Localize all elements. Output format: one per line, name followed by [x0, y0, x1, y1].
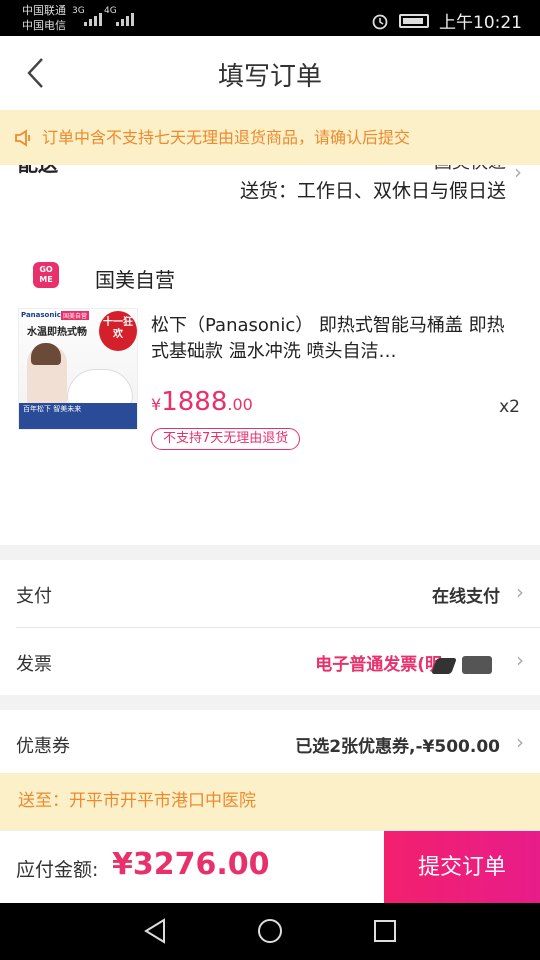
- battery-icon: [399, 13, 429, 28]
- status-right: 上午10:21: [371, 8, 522, 33]
- invoice-label: 发票: [16, 654, 52, 675]
- product-image-brand: Panasonic: [21, 311, 61, 319]
- product-image[interactable]: Panasonic 国美自营 水温即热式畅 十一狂欢 百年松下 智美未来: [18, 308, 138, 430]
- delivery-address-bar: 送至：开平市开平市港口中医院: [0, 773, 540, 830]
- invoice-value: 电子普通发票(明: [315, 655, 442, 675]
- store-name: 国美自营: [95, 268, 175, 292]
- toilet-seat-illustration: [67, 369, 133, 407]
- total-label: 应付金额:: [16, 859, 99, 881]
- redacted-mark: [431, 658, 457, 674]
- carrier-info: 中国联通 中国电信: [22, 3, 66, 33]
- invoice-row[interactable]: 发票 电子普通发票(明 ›: [0, 628, 540, 695]
- signal-icon-2: [116, 12, 134, 26]
- return-policy-notice: 订单中含不支持七天无理由退货商品，请确认后提交: [0, 110, 540, 165]
- system-nav-bar: [0, 903, 540, 960]
- product-image-badge: 十一狂欢: [99, 311, 137, 351]
- section-separator: [0, 545, 540, 560]
- delivery-time[interactable]: 送货：工作日、双休日与假日送: [240, 176, 506, 203]
- product-image-strip: 百年松下 智美未来: [19, 403, 137, 429]
- carrier-1: 中国联通: [22, 4, 66, 17]
- submit-order-button[interactable]: 提交订单: [384, 831, 540, 904]
- chevron-right-icon: ›: [514, 160, 522, 184]
- coupon-value: 已选2张优惠券,-¥500.00: [295, 737, 500, 757]
- no-return-badge: 不支持7天无理由退货: [151, 428, 301, 450]
- carrier-2: 中国电信: [22, 19, 66, 32]
- model-hair: [31, 343, 61, 365]
- payment-value: 在线支付: [432, 587, 500, 607]
- signal-icon: [84, 12, 102, 26]
- chevron-right-icon: ›: [516, 648, 524, 672]
- notice-text: 订单中含不支持七天无理由退货商品，请确认后提交: [42, 128, 411, 147]
- product-image-headline: 水温即热式畅: [27, 327, 87, 338]
- store-logo-icon: GO ME: [33, 262, 59, 288]
- order-footer: 应付金额: ¥3276.00 提交订单: [0, 830, 540, 904]
- nav-recents-icon[interactable]: [372, 917, 398, 945]
- product-price: ¥1888.00: [151, 387, 253, 417]
- price-decimal: .00: [227, 395, 253, 414]
- coupon-row[interactable]: 优惠券 已选2张优惠券,-¥500.00 ›: [0, 710, 540, 773]
- clock: 上午10:21: [439, 13, 522, 33]
- page-title: 填写订单: [217, 62, 322, 92]
- status-bar: 中国联通 中国电信 3G 4G 上午10:21: [0, 0, 540, 36]
- network-type-2: 4G: [104, 6, 117, 16]
- total-amount: ¥3276.00: [112, 847, 270, 882]
- product-name[interactable]: 松下（Panasonic） 即热式智能马桶盖 即热式基础款 温水冲洗 喷头自洁…: [151, 313, 511, 365]
- nav-back-icon[interactable]: [142, 917, 168, 945]
- payment-label: 支付: [16, 586, 52, 607]
- coupon-label: 优惠券: [16, 736, 70, 757]
- network-type-1: 3G: [72, 6, 85, 16]
- alarm-icon: [372, 14, 388, 29]
- section-separator: [0, 695, 540, 710]
- page-header: 填写订单: [0, 36, 540, 110]
- redacted-mark: [462, 656, 492, 674]
- price-symbol: ¥: [151, 395, 162, 414]
- chevron-right-icon: ›: [516, 580, 524, 604]
- payment-row[interactable]: 支付 在线支付 ›: [0, 560, 540, 627]
- product-image-tag: 国美自营: [61, 311, 90, 320]
- product-quantity: x2: [499, 397, 520, 417]
- nav-home-icon[interactable]: [256, 917, 284, 945]
- chevron-right-icon: ›: [516, 730, 524, 754]
- price-integer: 1888: [161, 387, 228, 417]
- speaker-icon: [15, 129, 30, 147]
